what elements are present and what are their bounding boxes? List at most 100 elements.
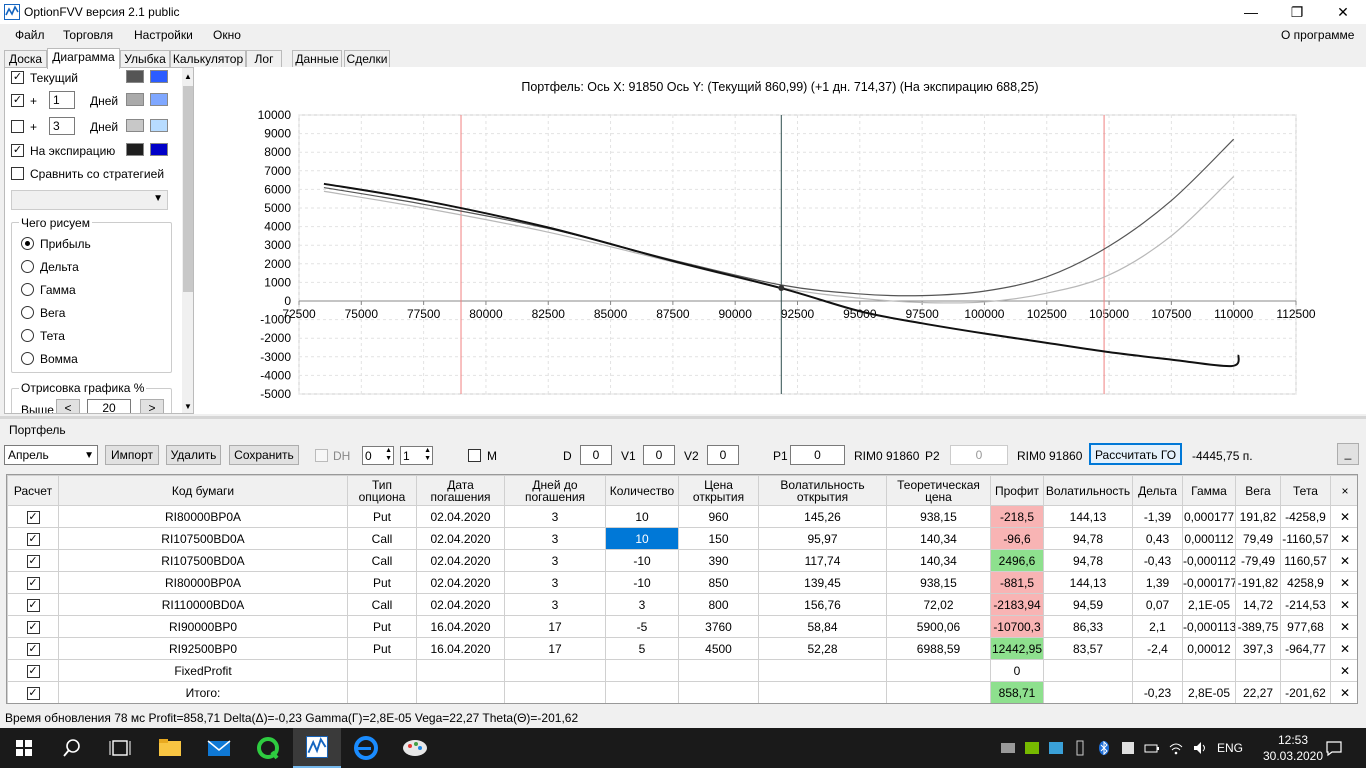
calculate-margin-button[interactable]: Рассчитать ГО <box>1089 443 1182 465</box>
grid-cell[interactable]: 79,49 <box>1235 527 1281 550</box>
grid-cell[interactable]: 145,26 <box>758 505 887 528</box>
radio-gamma[interactable] <box>21 283 34 296</box>
grid-cell[interactable]: RI110000BD0A <box>58 593 348 616</box>
close-icon[interactable]: ✕ <box>1340 620 1350 634</box>
notifications-icon[interactable] <box>1325 739 1343 757</box>
calc-checkbox[interactable]: ✓ <box>26 665 40 678</box>
column-header[interactable]: Количество <box>605 475 679 506</box>
calc-checkbox-cell[interactable]: ✓ <box>7 571 59 594</box>
grid-cell[interactable]: RI80000BP0A <box>58 505 348 528</box>
v1-input[interactable]: 0 <box>643 445 675 465</box>
left-panel-scrollbar[interactable]: ▲ ▼ <box>182 68 193 413</box>
grid-cell[interactable]: -96,6 <box>990 527 1044 550</box>
minimize-window-button[interactable]: — <box>1228 0 1274 24</box>
clock-time[interactable]: 12:53 <box>1268 733 1318 747</box>
grid-cell[interactable] <box>347 681 417 703</box>
grid-cell[interactable]: 139,45 <box>758 571 887 594</box>
grid-cell[interactable] <box>678 659 759 682</box>
p2-input[interactable]: 0 <box>950 445 1008 465</box>
grid-cell[interactable]: -1,39 <box>1132 505 1183 528</box>
grid-cell[interactable]: -0,43 <box>1132 549 1183 572</box>
table-row[interactable]: ✓ RI80000BP0A Put 02.04.2020 3 -10 850 139,45 93… <box>7 571 1357 594</box>
scroll-down-icon[interactable]: ▼ <box>184 402 192 411</box>
calc-checkbox[interactable]: ✓ <box>26 599 40 612</box>
grid-cell[interactable]: -10 <box>605 549 679 572</box>
column-header[interactable]: Расчет <box>7 475 59 506</box>
grid-cell[interactable]: Call <box>347 527 417 550</box>
grid-cell[interactable]: RI90000BP0 <box>58 615 348 638</box>
grid-cell[interactable]: 3 <box>504 593 606 616</box>
grid-cell[interactable]: 3 <box>504 549 606 572</box>
nvidia-icon[interactable] <box>1024 740 1040 756</box>
tab-deals[interactable]: Сделки <box>344 50 390 68</box>
tray-app-icon-1[interactable] <box>1000 740 1016 756</box>
remove-row-button[interactable]: ✕ <box>1330 571 1357 594</box>
expiry-color-swatch-2[interactable] <box>150 143 168 156</box>
grid-cell[interactable]: 0,07 <box>1132 593 1183 616</box>
grid-cell[interactable]: -10 <box>605 571 679 594</box>
grid-cell[interactable] <box>886 681 991 703</box>
spinner-arrows-icon[interactable]: ▲ ▼ <box>424 447 431 463</box>
grid-cell[interactable]: 12442,95 <box>990 637 1044 660</box>
column-header[interactable]: Тета <box>1280 475 1331 506</box>
calc-checkbox[interactable]: ✓ <box>26 511 40 524</box>
grid-cell[interactable]: 94,78 <box>1043 549 1133 572</box>
column-header[interactable]: Теоретическая цена <box>886 475 991 506</box>
current-color-swatch-2[interactable] <box>150 70 168 83</box>
expiry-color-swatch[interactable] <box>126 143 144 156</box>
calc-checkbox-cell[interactable]: ✓ <box>7 505 59 528</box>
calc-checkbox-cell[interactable]: ✓ <box>7 549 59 572</box>
above-decrease-button[interactable]: < <box>56 399 80 413</box>
dh-spinner-1[interactable]: 0 ▲ ▼ <box>362 446 394 465</box>
grid-cell[interactable]: -0,000177 <box>1182 571 1236 594</box>
grid-cell[interactable]: 938,15 <box>886 571 991 594</box>
grid-cell[interactable]: 4500 <box>678 637 759 660</box>
grid-cell[interactable]: 0,000112 <box>1182 527 1236 550</box>
grid-cell[interactable]: 2,1 <box>1132 615 1183 638</box>
usb-icon[interactable] <box>1072 740 1088 756</box>
calc-checkbox[interactable]: ✓ <box>26 555 40 568</box>
radio-vomma[interactable] <box>21 352 34 365</box>
calc-checkbox-cell[interactable]: ✓ <box>7 527 59 550</box>
grid-cell[interactable]: 94,78 <box>1043 527 1133 550</box>
grid-cell[interactable]: FixedProfit <box>58 659 348 682</box>
grid-cell[interactable]: 397,3 <box>1235 637 1281 660</box>
close-icon[interactable]: ✕ <box>1340 642 1350 656</box>
column-header[interactable]: Цена открытия <box>678 475 759 506</box>
grid-cell[interactable]: 858,71 <box>990 681 1044 703</box>
expiry-checkbox[interactable]: ✓ <box>11 144 24 157</box>
calc-checkbox-cell[interactable]: ✓ <box>7 637 59 660</box>
grid-cell[interactable] <box>1043 681 1133 703</box>
menu-settings[interactable]: Настройки <box>134 28 193 42</box>
column-header[interactable]: Дней до погашения <box>504 475 606 506</box>
column-header[interactable]: Гамма <box>1182 475 1236 506</box>
grid-cell[interactable]: RI80000BP0A <box>58 571 348 594</box>
expiry-month-select[interactable]: Апрель ▼ <box>4 445 98 465</box>
close-icon[interactable]: ✕ <box>1340 686 1350 700</box>
grid-cell[interactable]: -0,000113 <box>1182 615 1236 638</box>
grid-cell[interactable]: 140,34 <box>886 527 991 550</box>
calc-checkbox[interactable]: ✓ <box>26 687 40 700</box>
grid-cell[interactable]: 02.04.2020 <box>416 527 505 550</box>
current-color-swatch[interactable] <box>126 70 144 83</box>
grid-cell[interactable]: Put <box>347 615 417 638</box>
grid-cell[interactable]: Put <box>347 637 417 660</box>
grid-cell[interactable]: 95,97 <box>758 527 887 550</box>
table-row[interactable]: ✓ RI90000BP0 Put 16.04.2020 17 -5 3760 58,84 590… <box>7 615 1357 638</box>
tab-board[interactable]: Доска <box>4 50 47 68</box>
plus1-color-swatch[interactable] <box>126 93 144 106</box>
grid-cell[interactable]: -79,49 <box>1235 549 1281 572</box>
plus3-color-swatch[interactable] <box>126 119 144 132</box>
grid-cell[interactable] <box>758 659 887 682</box>
clock-date[interactable]: 30.03.2020 <box>1258 749 1328 763</box>
grid-cell[interactable] <box>504 659 606 682</box>
grid-cell[interactable]: Put <box>347 505 417 528</box>
column-header[interactable]: Дата погашения <box>416 475 505 506</box>
grid-cell[interactable]: 977,68 <box>1280 615 1331 638</box>
calc-checkbox[interactable]: ✓ <box>26 533 40 546</box>
m-checkbox[interactable] <box>468 449 481 462</box>
paint-app-icon[interactable] <box>391 728 439 768</box>
grid-cell[interactable]: 2,1E-05 <box>1182 593 1236 616</box>
payoff-chart[interactable]: 72500 75000 77500 80000 82500 85000 87500 90000… <box>194 67 1366 414</box>
volume-icon[interactable] <box>1192 740 1208 756</box>
